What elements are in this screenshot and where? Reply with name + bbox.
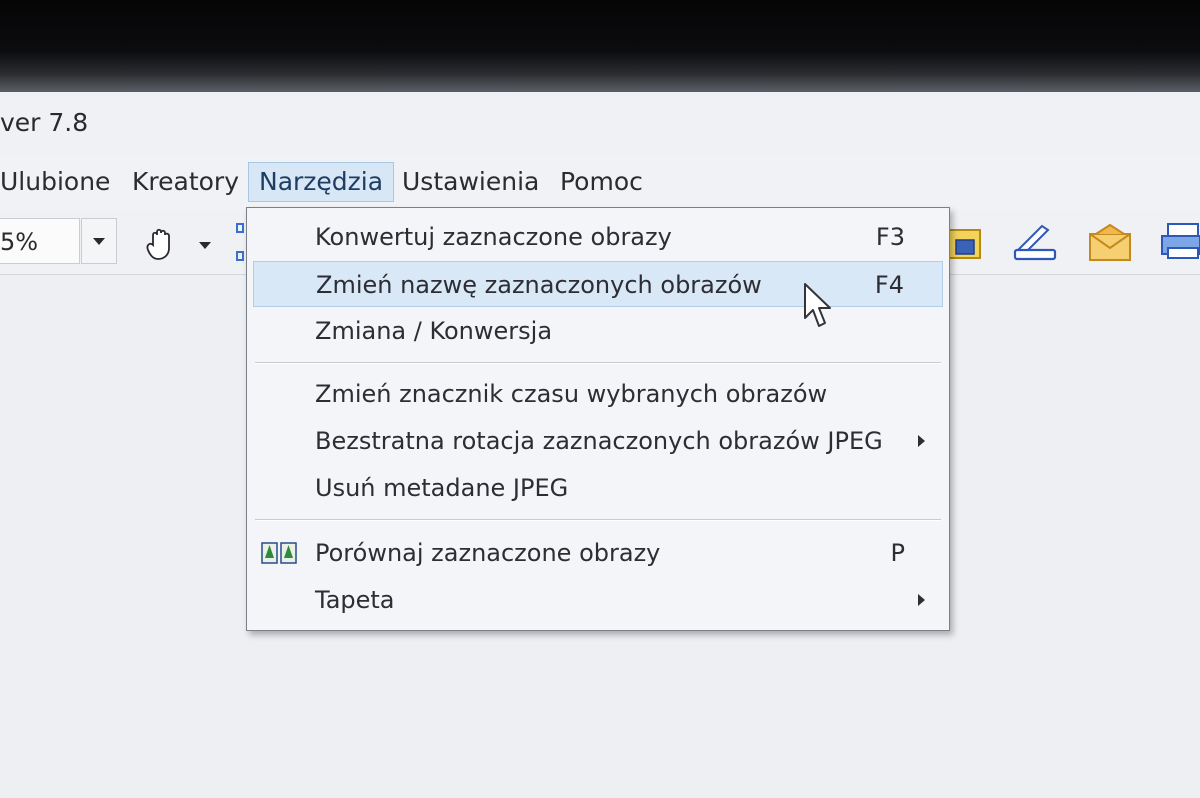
app-window: ver 7.8 Ulubione Kreatory Narzędzia Usta…	[0, 92, 1200, 798]
menu-separator	[255, 362, 941, 364]
menu-ulubione[interactable]: Ulubione	[0, 162, 120, 202]
slideshow-icon[interactable]	[944, 222, 984, 266]
menu-item-label: Konwertuj zaznaczone obrazy	[315, 223, 672, 251]
menu-separator	[255, 519, 941, 521]
title-bar: ver 7.8	[0, 92, 1200, 154]
menu-item-label: Usuń metadane JPEG	[315, 474, 569, 502]
menu-item-tapeta[interactable]: Tapeta	[253, 577, 943, 623]
menu-item-zmiana-konwersja[interactable]: Zmiana / Konwersja	[253, 308, 943, 354]
toolbar-icon-partial[interactable]	[236, 222, 246, 270]
menu-kreatory[interactable]: Kreatory	[122, 162, 249, 202]
menu-bar: Ulubione Kreatory Narzędzia Ustawienia P…	[0, 154, 1200, 210]
submenu-arrow-icon	[918, 435, 925, 447]
menu-item-label: Bezstratna rotacja zaznaczonych obrazów …	[315, 427, 883, 455]
printer-icon[interactable]	[1160, 222, 1200, 266]
hand-pan-icon[interactable]	[144, 228, 214, 264]
window-title: ver 7.8	[0, 108, 89, 137]
menu-item-label: Tapeta	[315, 586, 395, 614]
menu-item-shortcut: P	[890, 539, 905, 567]
chevron-down-icon	[93, 238, 105, 245]
menu-narzedzia[interactable]: Narzędzia	[248, 162, 395, 202]
narzedzia-dropdown-menu: Konwertuj zaznaczone obrazy F3 Zmień naz…	[246, 207, 950, 631]
menu-item-bezstratna-rotacja[interactable]: Bezstratna rotacja zaznaczonych obrazów …	[253, 418, 943, 464]
zoom-dropdown-button[interactable]	[81, 218, 117, 264]
menu-item-label: Zmień znacznik czasu wybranych obrazów	[315, 380, 828, 408]
compare-trees-icon	[261, 542, 297, 568]
submenu-arrow-icon	[918, 594, 925, 606]
menu-item-shortcut: F4	[874, 271, 904, 299]
menu-item-shortcut: F3	[875, 223, 905, 251]
menu-ustawienia[interactable]: Ustawienia	[392, 162, 549, 202]
menu-item-usun-metadane[interactable]: Usuń metadane JPEG	[253, 465, 943, 511]
menu-item-label: Zmiana / Konwersja	[315, 317, 553, 345]
menu-pomoc[interactable]: Pomoc	[550, 162, 653, 202]
mouse-cursor-icon	[803, 282, 835, 334]
menu-item-znacznik-czasu[interactable]: Zmień znacznik czasu wybranych obrazów	[253, 371, 943, 417]
menu-item-porownaj[interactable]: Porównaj zaznaczone obrazy P	[253, 530, 943, 576]
email-icon[interactable]	[1088, 222, 1134, 266]
zoom-input[interactable]: 5%	[0, 218, 80, 264]
scanner-icon[interactable]	[1012, 222, 1058, 266]
menu-item-label: Zmień nazwę zaznaczonych obrazów	[316, 271, 762, 299]
menu-item-konwertuj[interactable]: Konwertuj zaznaczone obrazy F3	[253, 214, 943, 260]
menu-item-zmien-nazwe[interactable]: Zmień nazwę zaznaczonych obrazów F4	[253, 261, 943, 307]
monitor-bezel	[0, 0, 1200, 92]
menu-item-label: Porównaj zaznaczone obrazy	[315, 539, 661, 567]
